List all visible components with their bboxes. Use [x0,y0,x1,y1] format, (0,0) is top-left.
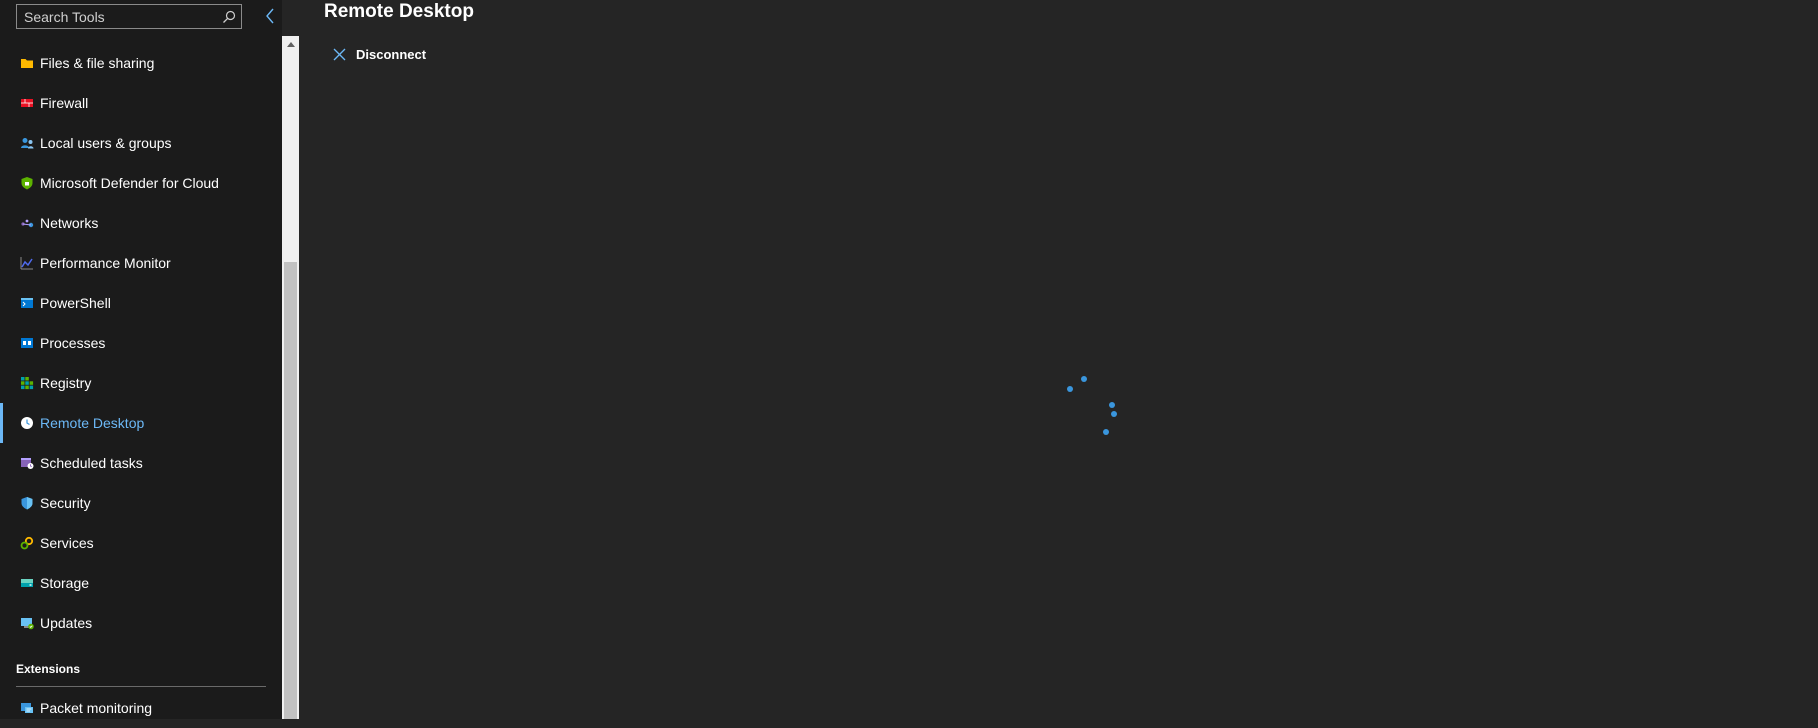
registry-icon [21,377,34,390]
sidebar-item-remote-desktop[interactable]: Remote Desktop [0,403,282,443]
sidebar-item-label: Remote Desktop [40,415,145,431]
folder-icon [21,59,33,68]
sidebar-item-label: Microsoft Defender for Cloud [40,175,219,191]
sidebar-item-updates[interactable]: Updates [0,603,282,643]
users-icon [21,138,34,149]
scrollbar-thumb[interactable] [284,262,297,719]
search-icon[interactable] [217,5,241,28]
processes-icon [21,338,33,348]
sidebar-item-label: Files & file sharing [40,55,155,71]
sidebar-item-networks[interactable]: Networks [0,203,282,243]
spinner-dot [1067,386,1073,392]
network-icon [21,219,34,228]
sidebar-item-scheduled-tasks[interactable]: Scheduled tasks [0,443,282,483]
scheduled-tasks-icon [21,458,34,469]
search-tools-input[interactable] [17,5,217,28]
sidebar-item-firewall[interactable]: Firewall [0,83,282,123]
sidebar-item-powershell[interactable]: PowerShell [0,283,282,323]
spinner-dot [1103,429,1109,435]
sidebar-item-label: Networks [40,215,99,231]
main-panel: Remote Desktop Disconnect [299,0,1818,719]
extensions-header: Extensions [16,662,81,676]
sidebar-item-processes[interactable]: Processes [0,323,282,363]
defender-icon [21,177,33,190]
sidebar-item-label: Packet monitoring [40,700,153,716]
close-icon [332,47,346,61]
spinner-dot [1111,411,1117,417]
sidebar-item-files-file-sharing[interactable]: Files & file sharing [0,43,282,83]
sidebar-item-performance-monitor[interactable]: Performance Monitor [0,243,282,283]
extensions-divider [16,686,266,687]
sidebar-item-label: Processes [40,335,106,351]
disconnect-button[interactable]: Disconnect [332,44,426,64]
sidebar-item-storage[interactable]: Storage [0,563,282,603]
sidebar-item-label: Security [40,495,91,511]
sidebar-item-label: Storage [40,575,90,591]
sidebar-item-label: PowerShell [40,295,111,311]
sidebar-item-services[interactable]: Services [0,523,282,563]
spinner-dot [1081,376,1087,382]
sidebar-item-registry[interactable]: Registry [0,363,282,403]
spinner-dot [1109,402,1115,408]
sidebar-scrollbar[interactable] [282,36,299,719]
collapse-sidebar-button[interactable] [258,4,282,28]
powershell-icon [21,298,33,308]
services-gear-icon [20,536,34,550]
sidebar-item-local-users-groups[interactable]: Local users & groups [0,123,282,163]
disconnect-label: Disconnect [356,46,427,62]
sidebar-item-label: Registry [40,375,92,391]
storage-icon [21,579,33,587]
shield-icon [21,497,33,510]
scroll-up-arrow-icon[interactable] [282,36,299,53]
firewall-icon [21,99,33,107]
page-title: Remote Desktop [324,1,474,22]
remote-desktop-icon [21,417,33,429]
sidebar-item-label: Firewall [40,95,89,111]
sidebar-item-label: Scheduled tasks [40,455,143,471]
sidebar-item-label: Updates [40,615,93,631]
sidebar-item-security[interactable]: Security [0,483,282,523]
performance-chart-icon [20,257,33,270]
tools-sidebar: Files & file sharing Firewall Local user… [0,0,282,719]
sidebar-item-label: Services [40,535,94,551]
packet-monitoring-icon [21,703,33,713]
loading-spinner [759,375,1129,445]
updates-icon [21,618,34,630]
tools-nav-list: Files & file sharing Firewall Local user… [0,43,282,643]
sidebar-item-label: Local users & groups [40,135,172,151]
chevron-left-icon [266,8,274,24]
search-box [16,4,242,29]
sidebar-item-microsoft-defender-for-cloud[interactable]: Microsoft Defender for Cloud [0,163,282,203]
sidebar-item-packet-monitoring[interactable]: Packet monitoring [0,688,282,728]
sidebar-item-label: Performance Monitor [40,255,171,271]
